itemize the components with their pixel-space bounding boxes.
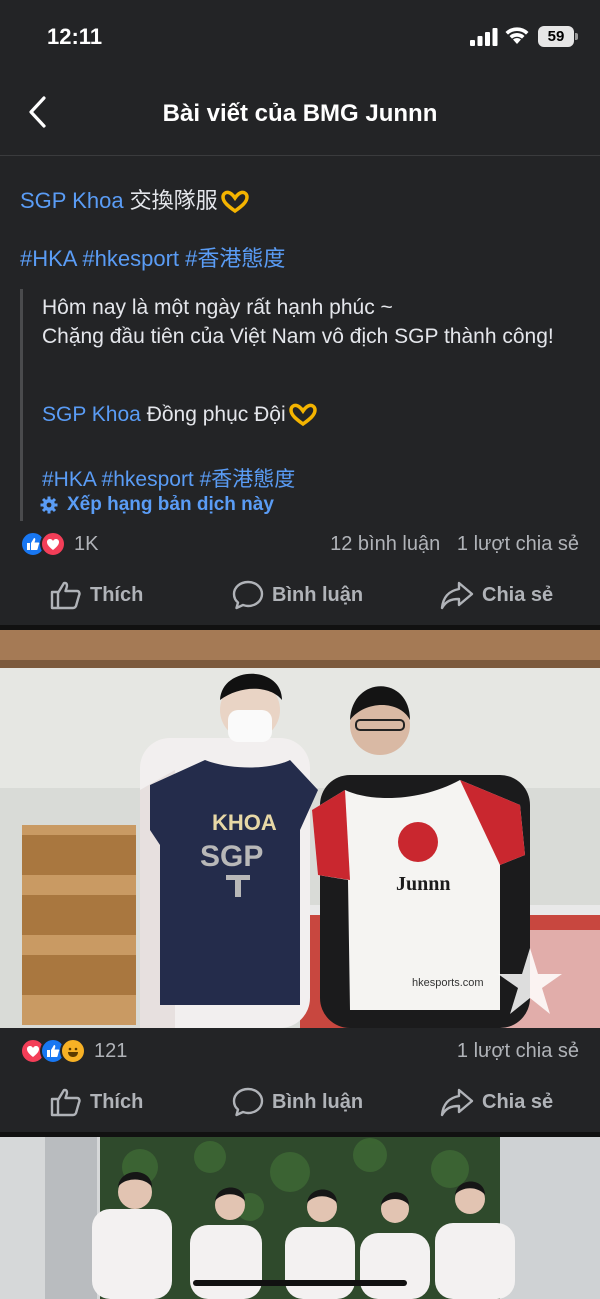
page-title: Bài viết của BMG Junnn — [162, 100, 438, 127]
status-time: 12:11 — [47, 24, 103, 49]
translation-block: Hôm nay là một ngày rất hạnh phúc ~ Chặn… — [20, 289, 580, 521]
comment-count-link[interactable]: 12 bình luận — [330, 533, 440, 555]
translation-text: Hôm nay là một ngày rất hạnh phúc ~ Chặn… — [42, 296, 554, 348]
signal-icon — [470, 28, 498, 46]
reaction-summary[interactable]: 1K — [20, 531, 98, 557]
home-indicator — [193, 1280, 407, 1286]
jersey-left-team: SGP — [200, 840, 263, 873]
photo-like-button[interactable]: Thích — [50, 1072, 143, 1132]
hashtag-hka[interactable]: #HKA — [20, 246, 76, 271]
post-action-bar: Thích Bình luận Chia sẻ — [0, 565, 600, 625]
heart-hands-emoji-icon — [220, 190, 249, 214]
hashtag-hkesport[interactable]: #hkesport — [102, 468, 194, 491]
jersey-right-name: Junnn — [396, 873, 451, 895]
hashtag-hk-attitude[interactable]: #香港態度 — [185, 246, 285, 271]
share-arrow-icon — [440, 581, 474, 610]
rate-translation-button[interactable]: Xếp hạng bản dịch này — [40, 494, 274, 516]
photo-reaction-count: 121 — [94, 1039, 128, 1062]
post-reaction-row: 1K 12 bình luận 1 lượt chia sẻ — [0, 523, 600, 563]
post-caption: SGP Khoa 交換隊服 — [20, 183, 250, 215]
jersey-swap-photo[interactable]: KHOA SGP Junnn hkesports.com — [0, 630, 600, 1028]
photo-reaction-summary[interactable]: 121 — [20, 1038, 127, 1064]
hashtag-hkesport[interactable]: #hkesport — [82, 246, 179, 271]
share-arrow-icon — [440, 1088, 474, 1117]
wifi-icon — [505, 27, 529, 44]
translation-mention-link[interactable]: SGP Khoa — [42, 403, 141, 426]
heart-hands-emoji-icon — [288, 404, 317, 427]
hashtag-hk-attitude[interactable]: #香港態度 — [200, 468, 296, 491]
photo-comment-button[interactable]: Bình luận — [232, 1072, 363, 1132]
status-bar: 12:11 59 — [0, 0, 600, 74]
thumbs-up-icon — [50, 581, 81, 610]
haha-reaction-icon — [60, 1038, 86, 1064]
photo-reaction-row: 121 1 lượt chia sẻ — [0, 1030, 600, 1070]
jersey-left-name: KHOA — [212, 810, 277, 835]
battery-indicator: 59 — [538, 26, 578, 47]
gear-icon — [40, 496, 58, 514]
translation-mention-line: SGP Khoa Đồng phục Đội — [42, 403, 318, 427]
comment-bubble-icon — [232, 1087, 264, 1117]
love-reaction-icon — [40, 531, 66, 557]
like-button[interactable]: Thích — [50, 565, 143, 625]
share-count-link[interactable]: 1 lượt chia sẻ — [457, 533, 579, 555]
reaction-count: 1K — [74, 532, 99, 555]
photo-share-button[interactable]: Chia sẻ — [440, 1072, 553, 1132]
translation-hashtags: #HKA #hkesport #香港態度 — [42, 463, 295, 493]
thumbs-up-icon — [50, 1088, 81, 1117]
post-stats: 12 bình luận 1 lượt chia sẻ — [330, 533, 579, 556]
photo-action-bar: Thích Bình luận Chia sẻ — [0, 1072, 600, 1132]
jersey-right-site: hkesports.com — [412, 977, 484, 989]
comment-bubble-icon — [232, 580, 264, 610]
team-photo[interactable] — [0, 1137, 600, 1299]
caption-text: 交換隊服 — [123, 188, 218, 213]
hashtag-hka[interactable]: #HKA — [42, 468, 96, 491]
mention-link[interactable]: SGP Khoa — [20, 188, 124, 213]
top-navigation: Bài viết của BMG Junnn — [0, 74, 600, 156]
share-button[interactable]: Chia sẻ — [440, 565, 553, 625]
hashtags: #HKA #hkesport #香港態度 — [20, 241, 285, 273]
comment-button[interactable]: Bình luận — [232, 565, 363, 625]
photo-share-count[interactable]: 1 lượt chia sẻ — [457, 1040, 579, 1063]
